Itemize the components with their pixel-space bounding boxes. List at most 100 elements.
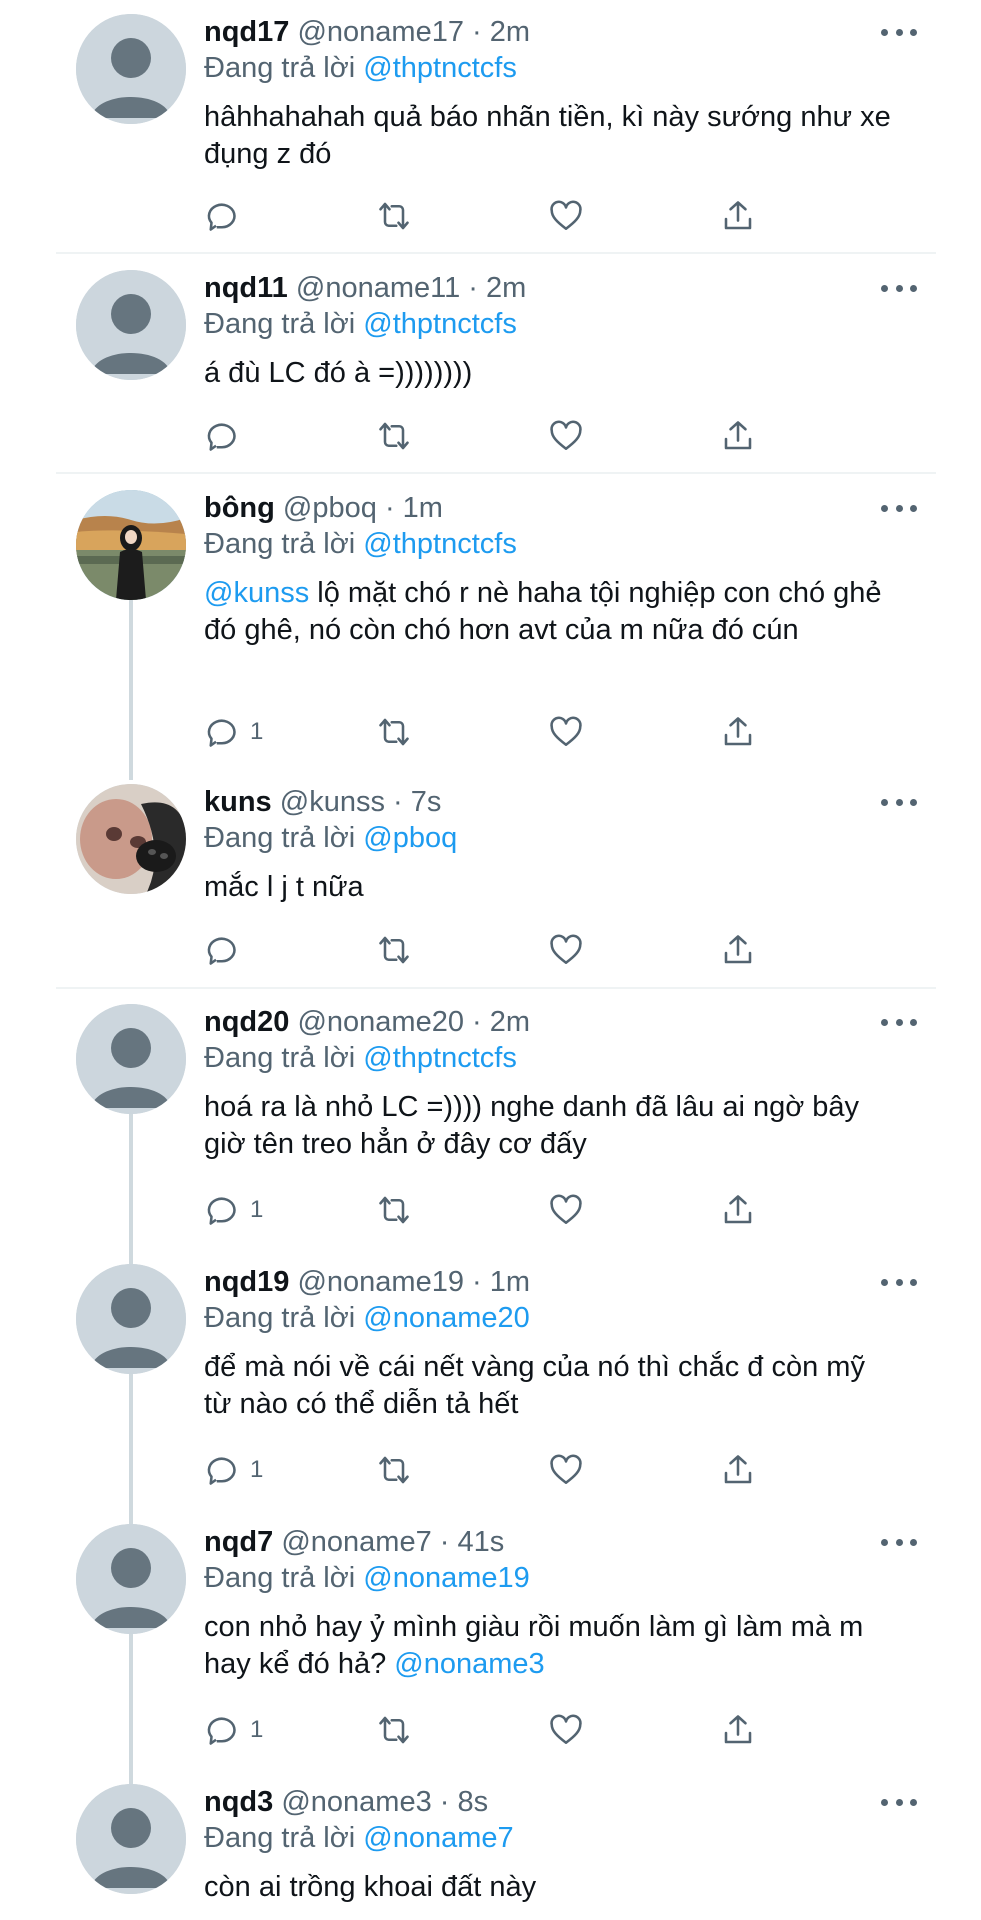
like-button[interactable] [548,1710,584,1750]
reply-to-link[interactable]: @thptnctcfs [363,528,517,560]
display-name[interactable]: nqd17 [204,16,289,48]
reply-count: 1 [250,718,264,745]
user-handle[interactable]: @kunss [280,786,385,818]
more-icon[interactable] [881,1524,917,1560]
more-icon[interactable] [881,1004,917,1040]
reply-button[interactable] [204,416,250,456]
avatar[interactable] [76,784,186,894]
avatar[interactable] [76,270,186,380]
timestamp[interactable]: 2m [490,1006,530,1038]
tweet[interactable]: nqd7 @noname7 · 41s Đang trả lời @noname… [0,1510,981,1766]
tweet-header: nqd20 @noname20 · 2m [204,1004,891,1040]
tweet[interactable]: nqd17 @noname17 · 2m Đang trả lời @thptn… [0,0,981,250]
mention-link[interactable]: @kunss [204,577,309,609]
user-handle[interactable]: @noname7 [281,1526,431,1558]
replying-to: Đang trả lời @noname7 [204,1820,514,1856]
more-icon[interactable] [881,490,917,526]
mention-link[interactable]: @noname3 [394,1648,544,1680]
more-icon[interactable] [881,784,917,820]
reply-button[interactable]: 1 [204,1710,263,1750]
like-button[interactable] [548,196,584,236]
avatar[interactable] [76,14,186,124]
timestamp[interactable]: 7s [411,786,442,818]
retweet-button[interactable] [376,930,412,970]
user-handle[interactable]: @noname11 [296,272,460,304]
like-button[interactable] [548,1450,584,1490]
reply-icon [207,423,236,451]
tweet[interactable]: nqd11 @noname11 · 2m Đang trả lời @thptn… [0,256,981,470]
share-button[interactable] [720,1450,756,1490]
separator-dot: · [472,1006,482,1038]
retweet-button[interactable] [376,196,412,236]
default-avatar-icon [76,270,186,380]
display-name[interactable]: bông [204,492,275,524]
retweet-button[interactable] [376,1450,412,1490]
timestamp[interactable]: 1m [490,1266,530,1298]
retweet-button[interactable] [376,712,412,752]
display-name[interactable]: nqd20 [204,1006,289,1038]
display-name[interactable]: nqd3 [204,1786,273,1818]
reply-button[interactable]: 1 [204,1450,263,1490]
timestamp[interactable]: 2m [486,272,526,304]
user-handle[interactable]: @noname17 [297,16,464,48]
reply-button[interactable] [204,930,250,970]
reply-to-link[interactable]: @thptnctcfs [363,1042,517,1074]
reply-to-link[interactable]: @thptnctcfs [363,52,517,84]
user-handle[interactable]: @noname19 [297,1266,464,1298]
more-icon[interactable] [881,270,917,306]
reply-count: 1 [250,1456,264,1483]
avatar[interactable] [76,1004,186,1114]
like-button[interactable] [548,930,584,970]
display-name[interactable]: nqd19 [204,1266,289,1298]
reply-to-link[interactable]: @noname7 [363,1822,513,1854]
timestamp[interactable]: 8s [458,1786,489,1818]
timestamp[interactable]: 1m [403,492,443,524]
reply-button[interactable]: 1 [204,1190,263,1230]
tweet-header: nqd17 @noname17 · 2m [204,14,891,50]
timestamp[interactable]: 41s [458,1526,505,1558]
timestamp[interactable]: 2m [490,16,530,48]
retweet-button[interactable] [376,416,412,456]
avatar[interactable] [76,1264,186,1374]
reply-to-link[interactable]: @pboq [363,822,457,854]
tweet[interactable]: bông @pboq · 1m Đang trả lời @thptnctcfs… [0,476,981,766]
retweet-button[interactable] [376,1190,412,1230]
share-button[interactable] [720,1710,756,1750]
user-handle[interactable]: @noname3 [281,1786,431,1818]
share-button[interactable] [720,930,756,970]
user-handle[interactable]: @pboq [283,492,377,524]
share-button[interactable] [720,712,756,752]
reply-to-link[interactable]: @noname20 [363,1302,530,1334]
share-button[interactable] [720,1190,756,1230]
tweet[interactable]: nqd20 @noname20 · 2m Đang trả lời @thptn… [0,990,981,1246]
reply-button[interactable] [204,196,250,236]
tweet[interactable]: nqd19 @noname19 · 1m Đang trả lời @nonam… [0,1250,981,1506]
avatar[interactable] [76,1784,186,1894]
share-icon [724,421,752,450]
reply-button[interactable]: 1 [204,712,263,752]
tweet-divider [56,252,936,254]
display-name[interactable]: nqd11 [204,272,288,304]
more-icon[interactable] [881,1264,917,1300]
avatar[interactable] [76,1524,186,1634]
retweet-icon [379,936,409,964]
share-button[interactable] [720,196,756,236]
user-handle[interactable]: @noname20 [297,1006,464,1038]
like-button[interactable] [548,712,584,752]
more-icon[interactable] [881,14,917,50]
display-name[interactable]: kuns [204,786,272,818]
like-button[interactable] [548,416,584,456]
avatar[interactable] [76,490,186,600]
reply-to-link[interactable]: @noname19 [363,1562,530,1594]
tweet-actions [204,416,764,456]
like-button[interactable] [548,1190,584,1230]
display-name[interactable]: nqd7 [204,1526,273,1558]
more-icon[interactable] [881,1784,917,1820]
retweet-button[interactable] [376,1710,412,1750]
share-button[interactable] [720,416,756,456]
tweet[interactable]: nqd3 @noname3 · 8s Đang trả lời @noname7… [0,1770,981,1920]
reply-to-link[interactable]: @thptnctcfs [363,308,517,340]
reply-prefix: Đang trả lời [204,528,356,560]
user-photo-icon [76,784,186,894]
tweet[interactable]: kuns @kunss · 7s Đang trả lời @pboq mắc … [0,770,981,984]
